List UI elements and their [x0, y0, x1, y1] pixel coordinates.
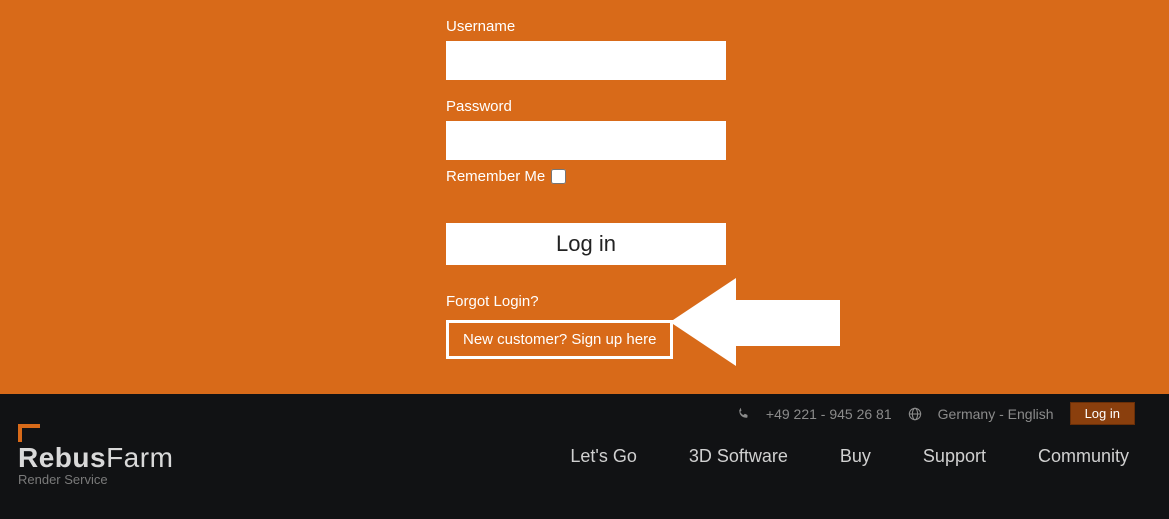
remember-me-checkbox[interactable]	[551, 169, 566, 184]
login-button[interactable]: Log in	[446, 223, 726, 265]
logo[interactable]: RebusFarm Render Service	[18, 422, 173, 487]
topbar-login-button[interactable]: Log in	[1070, 402, 1135, 425]
logo-mark-icon	[18, 422, 46, 444]
password-input[interactable]	[446, 121, 726, 160]
phone-icon	[737, 407, 750, 420]
nav-support[interactable]: Support	[923, 446, 986, 467]
login-panel: Username Password Remember Me Log in For…	[0, 0, 1169, 394]
signup-button[interactable]: New customer? Sign up here	[446, 320, 673, 359]
callout-arrow-icon	[670, 278, 840, 366]
nav-3d-software[interactable]: 3D Software	[689, 446, 788, 467]
top-bar: +49 221 - 945 26 81 Germany - English Lo…	[737, 402, 1135, 425]
logo-subtitle: Render Service	[18, 472, 173, 487]
username-group: Username	[446, 18, 726, 80]
password-group: Password	[446, 98, 726, 160]
username-input[interactable]	[446, 41, 726, 80]
globe-icon	[908, 407, 922, 421]
logo-text-part2: Farm	[106, 442, 173, 473]
main-nav: Let's Go 3D Software Buy Support Communi…	[570, 446, 1129, 467]
language-selector[interactable]: Germany - English	[938, 406, 1054, 422]
logo-text: RebusFarm	[18, 442, 173, 474]
nav-lets-go[interactable]: Let's Go	[570, 446, 636, 467]
phone-number: +49 221 - 945 26 81	[766, 406, 892, 422]
remember-me-label: Remember Me	[446, 168, 545, 185]
logo-text-part1: Rebus	[18, 442, 106, 473]
site-header: +49 221 - 945 26 81 Germany - English Lo…	[0, 394, 1169, 519]
nav-community[interactable]: Community	[1038, 446, 1129, 467]
username-label: Username	[446, 18, 726, 35]
nav-buy[interactable]: Buy	[840, 446, 871, 467]
password-label: Password	[446, 98, 726, 115]
remember-me-row: Remember Me	[446, 168, 726, 185]
